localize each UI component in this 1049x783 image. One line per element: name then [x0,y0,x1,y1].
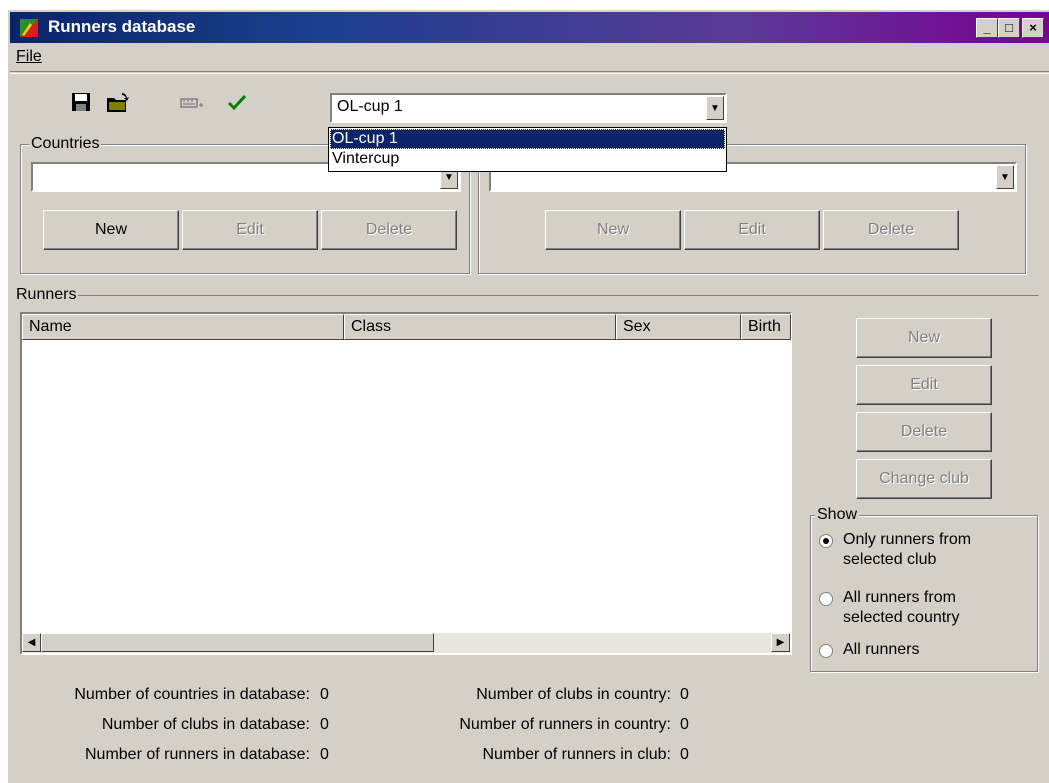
change-club-button[interactable]: Change club [856,459,992,499]
club-edit-button[interactable]: Edit [684,210,820,250]
stat-countries-in-db-value: 0 [320,686,329,703]
maximize-button[interactable]: □ [998,18,1020,38]
scroll-right-icon[interactable]: ▶ [771,633,790,652]
country-delete-button[interactable]: Delete [321,210,457,250]
minimize-button[interactable]: _ [976,18,998,38]
runners-label: Runners [14,286,79,304]
stat-runners-in-club-label: Number of runners in club: [482,746,671,763]
save-icon[interactable] [68,90,94,114]
radio-all-country[interactable] [819,592,833,606]
stat-runners-in-db-label: Number of runners in database: [84,746,310,763]
radio-only-club-label: Only runners from selected club [843,530,971,570]
runner-new-button[interactable]: New [856,318,992,358]
radio-all-runners[interactable] [819,644,833,658]
show-label: Show [815,506,860,524]
radio-all-country-line1: All runners from [843,589,956,606]
chevron-down-icon[interactable]: ▼ [996,165,1014,189]
check-icon[interactable] [224,90,250,114]
title-bar[interactable]: Runners database _ □ × [10,12,1049,43]
stat-clubs-in-db-label: Number of clubs in database: [101,716,310,733]
window-title: Runners database [48,17,196,36]
cup-option-ol-cup-1[interactable]: OL-cup 1 [330,129,725,149]
radio-all-runners-label: All runners [843,641,920,658]
close-icon: × [1029,20,1037,35]
cup-select[interactable]: OL-cup 1 ▼ [330,93,727,123]
stat-runners-in-country-label: Number of runners in country: [459,716,671,733]
runners-list[interactable]: Name Class Sex Birth ◀ ▶ [20,312,792,655]
radio-only-club-line1: Only runners from [843,531,972,548]
stat-clubs-in-db-value: 0 [320,716,329,733]
maximize-icon: □ [1005,20,1013,35]
club-delete-button[interactable]: Delete [823,210,959,250]
stat-clubs-in-country-value: 0 [680,686,689,703]
radio-only-club-line2: selected club [843,551,937,568]
minimize-icon: _ [983,20,991,35]
column-header-sex[interactable]: Sex [616,314,741,340]
stat-runners-in-club-value: 0 [680,746,689,763]
menu-file[interactable]: File [16,48,42,66]
country-new-button[interactable]: New [43,210,179,250]
radio-all-country-label: All runners from selected country [843,588,960,628]
stat-countries-in-db-label: Number of countries in database: [74,686,310,703]
show-group: Show Only runners from selected club All… [810,506,1038,672]
runner-edit-button[interactable]: Edit [856,365,992,405]
radio-all-country-line2: selected country [843,609,960,626]
chevron-down-icon[interactable]: ▼ [706,96,724,120]
cup-option-vintercup[interactable]: Vintercup [330,149,725,169]
cup-dropdown-list: OL-cup 1 Vintercup [328,127,727,172]
club-new-button[interactable]: New [545,210,681,250]
keyboard-icon[interactable] [178,90,204,114]
radio-only-club[interactable] [819,534,833,548]
column-header-birth[interactable]: Birth [741,314,791,340]
app-icon [20,19,38,37]
cup-select-value: OL-cup 1 [337,98,403,115]
runners-database-window: Runners database _ □ × File OL-cup 1 ▼ O… [7,9,1049,783]
scroll-left-icon[interactable]: ◀ [22,633,41,652]
scroll-thumb[interactable] [41,633,434,652]
stat-runners-in-country-value: 0 [680,716,689,733]
country-edit-button[interactable]: Edit [182,210,318,250]
close-button[interactable]: × [1022,18,1044,38]
toolbar: OL-cup 1 ▼ [10,73,1049,132]
column-header-class[interactable]: Class [344,314,616,340]
stat-clubs-in-country-label: Number of clubs in country: [476,686,671,703]
countries-label: Countries [29,135,102,153]
horizontal-scrollbar[interactable]: ◀ ▶ [22,633,790,653]
column-header-name[interactable]: Name [22,314,344,340]
runner-delete-button[interactable]: Delete [856,412,992,452]
menu-bar: File [10,45,1049,72]
open-icon[interactable] [105,90,131,114]
stat-runners-in-db-value: 0 [320,746,329,763]
